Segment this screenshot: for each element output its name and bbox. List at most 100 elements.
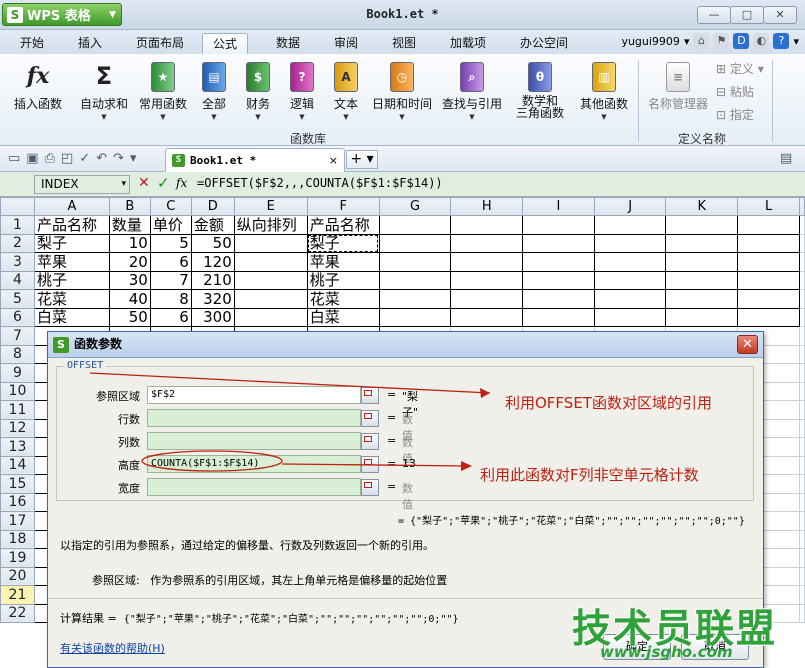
cell[interactable]: 桃子	[307, 271, 379, 290]
cell[interactable]	[234, 253, 307, 272]
cell[interactable]: 20	[109, 253, 150, 272]
cell[interactable]: 产品名称	[34, 216, 109, 235]
cell[interactable]	[379, 234, 451, 253]
cell[interactable]: 8	[150, 290, 191, 309]
cell[interactable]: 6	[150, 308, 191, 327]
row-header[interactable]: 9	[1, 364, 35, 383]
cell[interactable]: 50	[109, 308, 150, 327]
spellcheck-icon[interactable]: ✓	[79, 151, 90, 166]
row-header[interactable]: 5	[1, 290, 35, 309]
cell[interactable]	[451, 271, 523, 290]
row-header[interactable]: 19	[1, 549, 35, 568]
cell[interactable]	[451, 216, 523, 235]
row-header[interactable]: 15	[1, 475, 35, 494]
cell[interactable]: 6	[150, 253, 191, 272]
cell[interactable]	[666, 290, 738, 309]
cell[interactable]	[594, 234, 666, 253]
cell[interactable]: 金额	[191, 216, 234, 235]
row-header[interactable]: 22	[1, 604, 35, 623]
cell[interactable]	[594, 290, 666, 309]
cell[interactable]	[234, 271, 307, 290]
cell[interactable]	[738, 234, 800, 253]
tab-addins[interactable]: 加载项	[440, 33, 496, 54]
cell[interactable]: 花菜	[34, 290, 109, 309]
cell[interactable]: 梨子	[34, 234, 109, 253]
name-manager-button[interactable]: ≡ 名称管理器	[644, 62, 712, 112]
column-header-k[interactable]: K	[666, 198, 738, 216]
lookup-reference-button[interactable]: ⌕ 查找与引用 ▼	[440, 62, 504, 121]
cell[interactable]	[594, 271, 666, 290]
cell[interactable]	[800, 604, 805, 623]
param-input[interactable]: $F$2	[147, 386, 361, 404]
close-tab-icon[interactable]: ×	[329, 154, 338, 167]
other-functions-button[interactable]: ▥ 其他函数 ▼	[576, 62, 632, 121]
cell[interactable]	[234, 234, 307, 253]
cell[interactable]	[800, 438, 805, 457]
select-all-corner[interactable]	[1, 198, 35, 216]
cell[interactable]	[451, 234, 523, 253]
cell[interactable]	[666, 308, 738, 327]
cell[interactable]	[738, 271, 800, 290]
column-header-h[interactable]: H	[451, 198, 523, 216]
column-header-c[interactable]: C	[150, 198, 191, 216]
cell[interactable]: 梨子	[307, 234, 379, 253]
financial-button[interactable]: $ 财务 ▼	[238, 62, 278, 121]
row-header[interactable]: 16	[1, 493, 35, 512]
cell[interactable]	[738, 216, 800, 235]
chevron-down-icon[interactable]: ▾	[793, 35, 799, 48]
row-header[interactable]: 11	[1, 401, 35, 420]
formula-input[interactable]: =OFFSET($F$2,,,COUNTA($F$1:$F$14))	[197, 176, 443, 190]
tab-insert[interactable]: 插入	[68, 33, 112, 54]
autosum-button[interactable]: Σ 自动求和 ▼	[76, 62, 132, 121]
row-header[interactable]: 12	[1, 419, 35, 438]
cell[interactable]	[379, 290, 451, 309]
cell[interactable]	[800, 216, 805, 235]
tab-review[interactable]: 审阅	[324, 33, 368, 54]
row-header[interactable]: 7	[1, 327, 35, 346]
minimize-button[interactable]: —	[697, 6, 731, 24]
column-header-g[interactable]: G	[379, 198, 451, 216]
row-header[interactable]: 20	[1, 567, 35, 586]
cell[interactable]	[800, 327, 805, 346]
column-header-e[interactable]: E	[234, 198, 307, 216]
cell[interactable]	[800, 586, 805, 605]
cell[interactable]: 苹果	[34, 253, 109, 272]
row-header[interactable]: 10	[1, 382, 35, 401]
cell[interactable]	[738, 253, 800, 272]
specify-name-button[interactable]: ⊡ 指定	[716, 106, 754, 123]
cell[interactable]: 桃子	[34, 271, 109, 290]
collapse-range-icon[interactable]	[361, 456, 379, 473]
cell[interactable]: 苹果	[307, 253, 379, 272]
new-tab-button[interactable]: + ▾	[346, 150, 378, 169]
cell[interactable]: 30	[109, 271, 150, 290]
tab-page-layout[interactable]: 页面布局	[126, 33, 194, 54]
cell[interactable]	[379, 216, 451, 235]
column-header-d[interactable]: D	[191, 198, 234, 216]
column-header-b[interactable]: B	[109, 198, 150, 216]
column-header-a[interactable]: A	[34, 198, 109, 216]
text-functions-button[interactable]: A 文本 ▼	[326, 62, 366, 121]
row-header[interactable]: 6	[1, 308, 35, 327]
cancel-edit-icon[interactable]: ✕	[138, 175, 150, 191]
cell[interactable]	[451, 308, 523, 327]
cell[interactable]	[800, 253, 805, 272]
cell[interactable]: 5	[150, 234, 191, 253]
cell[interactable]	[523, 290, 595, 309]
paste-name-button[interactable]: ⊟ 粘贴	[716, 83, 754, 100]
cell[interactable]: 产品名称	[307, 216, 379, 235]
cell[interactable]	[666, 234, 738, 253]
cell[interactable]: 7	[150, 271, 191, 290]
function-help-link[interactable]: 有关该函数的帮助(H)	[60, 640, 165, 656]
column-header-i[interactable]: I	[523, 198, 595, 216]
dialog-close-button[interactable]: ✕	[737, 335, 758, 354]
cell[interactable]	[666, 271, 738, 290]
cell[interactable]	[800, 530, 805, 549]
cell[interactable]	[800, 308, 805, 327]
cell[interactable]	[800, 567, 805, 586]
cell[interactable]: 单价	[150, 216, 191, 235]
row-header[interactable]: 3	[1, 253, 35, 272]
all-functions-button[interactable]: ▤ 全部 ▼	[194, 62, 234, 121]
param-input[interactable]: COUNTA($F$1:$F$14)	[147, 455, 361, 473]
cell[interactable]	[800, 290, 805, 309]
row-header[interactable]: 8	[1, 345, 35, 364]
